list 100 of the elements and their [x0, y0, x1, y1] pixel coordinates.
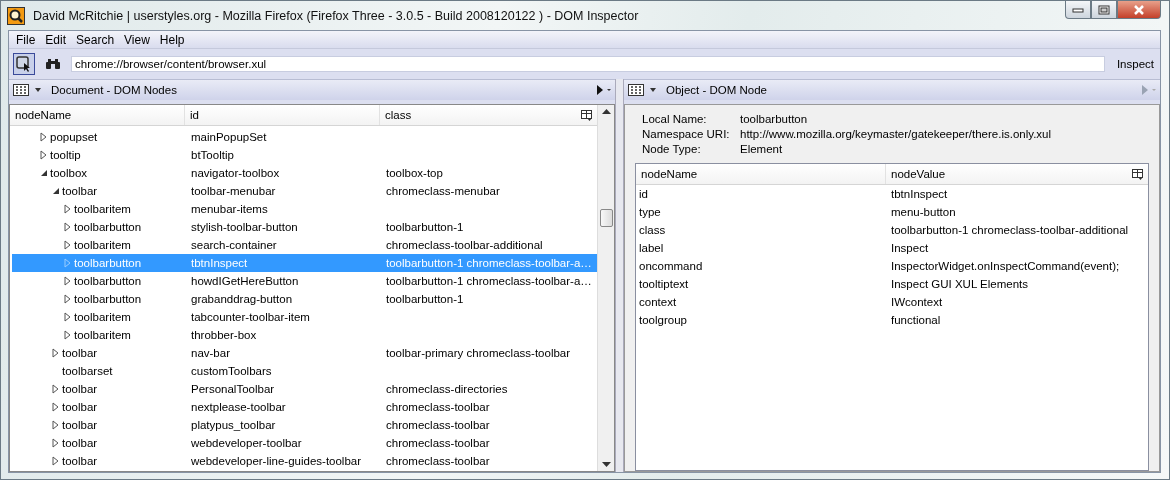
tree-row[interactable]: toolbar webdeveloper-line-guides-toolbar chromeclass-toolbar — [12, 452, 597, 470]
tree-row[interactable]: toolbarset customToolbars — [12, 362, 597, 380]
collapsed-arrow-icon[interactable] — [52, 402, 59, 412]
collapsed-arrow-icon[interactable] — [64, 294, 71, 304]
column-header[interactable]: nodeName — [10, 105, 185, 125]
node-id: PersonalToolbar — [191, 383, 275, 395]
node-id: howdIGetHereButton — [191, 275, 299, 287]
close-icon — [1133, 4, 1145, 15]
node-class: chromeclass-toolbar — [386, 419, 490, 431]
tree-row[interactable]: toolbarbutton grabanddrag-button toolbarbutton-1 — [12, 290, 597, 308]
collapsed-arrow-icon[interactable] — [52, 456, 59, 466]
node-class: toolbarbutton-1 chromeclass-toolbar-a… — [386, 275, 592, 287]
menu-item[interactable]: Edit — [40, 32, 72, 47]
collapsed-arrow-icon[interactable] — [64, 204, 71, 214]
tree-row[interactable]: toolbar PersonalToolbar chromeclass-directories — [12, 380, 597, 398]
scroll-thumb[interactable] — [600, 209, 613, 227]
caret-icon[interactable] — [650, 88, 656, 92]
node-class: chromeclass-toolbar — [386, 455, 490, 467]
tree-row[interactable]: popupset mainPopupSet — [12, 128, 597, 146]
address-field[interactable]: chrome://browser/content/browser.xul — [71, 56, 1105, 72]
attribute-name: class — [639, 224, 667, 236]
node-id: toolbar-menubar — [191, 185, 276, 197]
minimize-button[interactable] — [1065, 1, 1091, 19]
inspect-button[interactable]: Inspect — [1114, 58, 1156, 70]
node-class: toolbarbutton-1 — [386, 293, 464, 305]
attribute-name: type — [639, 206, 662, 218]
collapsed-arrow-icon[interactable] — [52, 384, 59, 394]
collapsed-arrow-icon[interactable] — [40, 150, 47, 160]
attribute-name: id — [639, 188, 649, 200]
expanded-arrow-icon[interactable] — [52, 186, 59, 196]
caret-icon[interactable] — [35, 88, 41, 92]
scroll-up-icon[interactable] — [601, 109, 611, 114]
node-name: toolbarbutton — [74, 257, 142, 269]
menu-item[interactable]: Search — [71, 32, 120, 47]
play-arrow-icon[interactable] — [597, 85, 611, 95]
attribute-name: context — [639, 296, 678, 308]
collapsed-arrow-icon[interactable] — [64, 312, 71, 322]
scrollbar[interactable] — [597, 105, 614, 471]
tree-row[interactable]: toolbar platypus_toolbar chromeclass-toolbar — [12, 416, 597, 434]
field-label: Node Type: — [642, 143, 702, 155]
magnifier-icon — [7, 6, 25, 25]
menu-item[interactable]: File — [11, 32, 41, 47]
close-button[interactable] — [1117, 1, 1161, 19]
tree-row[interactable]: toolbaritem menubar-items — [12, 200, 597, 218]
tree-row[interactable]: toolbaritem throbber-box — [12, 326, 597, 344]
column-header[interactable]: nodeName — [636, 164, 886, 184]
column-header[interactable]: class — [380, 105, 577, 125]
maximize-icon — [1098, 4, 1110, 15]
tree-row[interactable]: toolbar webdeveloper-toolbar chromeclass-toolbar — [12, 434, 597, 452]
collapsed-arrow-icon[interactable] — [40, 132, 47, 142]
tree-row[interactable]: toolbarbutton stylish-toolbar-button toolbarbutton-1 — [12, 218, 597, 236]
column-picker-icon[interactable] — [1132, 168, 1144, 180]
collapsed-arrow-icon[interactable] — [52, 420, 59, 430]
node-id: mainPopupSet — [191, 131, 267, 143]
tree-row[interactable]: toolbar nextplease-toolbar chromeclass-toolbar — [12, 398, 597, 416]
tree-row[interactable]: toolbar nav-bar toolbar-primary chromeclass-toolbar — [12, 344, 597, 362]
tree-row[interactable]: toolbarbutton howdIGetHereButton toolbarbutton-1 chromeclass-toolbar-a… — [12, 272, 597, 290]
maximize-button[interactable] — [1091, 1, 1117, 19]
node-class: chromeclass-directories — [386, 383, 508, 395]
node-name: popupset — [50, 131, 98, 143]
collapsed-arrow-icon[interactable] — [64, 330, 71, 340]
node-name: toolbox — [50, 167, 88, 179]
scroll-down-icon[interactable] — [601, 462, 611, 467]
inspect-pointer-button[interactable] — [13, 53, 35, 75]
node-name: toolbaritem — [74, 329, 131, 341]
node-id: webdeveloper-line-guides-toolbar — [191, 455, 362, 467]
grid-icon[interactable] — [13, 84, 29, 96]
node-class: chromeclass-menubar — [386, 185, 500, 197]
attribute-name: oncommand — [639, 260, 704, 272]
collapsed-arrow-icon[interactable] — [52, 438, 59, 448]
column-header[interactable]: nodeValue — [886, 164, 1128, 184]
column-picker-icon[interactable] — [581, 109, 593, 121]
collapsed-arrow-icon[interactable] — [52, 348, 59, 358]
tree-row[interactable]: toolbaritem search-container chromeclass-toolbar-additional — [12, 236, 597, 254]
menu-item[interactable]: View — [119, 32, 155, 47]
node-class: toolbarbutton-1 chromeclass-toolbar-a… — [386, 257, 592, 269]
node-name: toolbaritem — [74, 203, 131, 215]
node-name: toolbarbutton — [74, 275, 142, 287]
grid-icon[interactable] — [628, 84, 644, 96]
column-header[interactable]: id — [185, 105, 380, 125]
menu-item[interactable]: Help — [154, 32, 190, 47]
binoculars-icon[interactable] — [45, 58, 61, 70]
node-name: toolbar — [62, 419, 98, 431]
expanded-arrow-icon[interactable] — [40, 168, 47, 178]
node-name: toolbar — [62, 401, 98, 413]
tree-row[interactable]: toolbox navigator-toolbox toolbox-top — [12, 164, 597, 182]
collapsed-arrow-icon[interactable] — [64, 222, 71, 232]
node-id: navigator-toolbox — [191, 167, 280, 179]
node-id: throbber-box — [191, 329, 257, 341]
attribute-value: IWcontext — [890, 296, 944, 308]
node-name: toolbar — [62, 185, 98, 197]
tree-row[interactable]: toolbaritem tabcounter-toolbar-item — [12, 308, 597, 326]
node-name: toolbar — [62, 383, 98, 395]
node-id: webdeveloper-toolbar — [191, 437, 302, 449]
tree-row[interactable]: tooltip btTooltip — [12, 146, 597, 164]
node-name: toolbar — [62, 455, 98, 467]
collapsed-arrow-icon[interactable] — [64, 240, 71, 250]
collapsed-arrow-icon[interactable] — [64, 276, 71, 286]
tree-row[interactable]: toolbar toolbar-menubar chromeclass-menubar — [12, 182, 597, 200]
node-name: toolbar — [62, 437, 98, 449]
